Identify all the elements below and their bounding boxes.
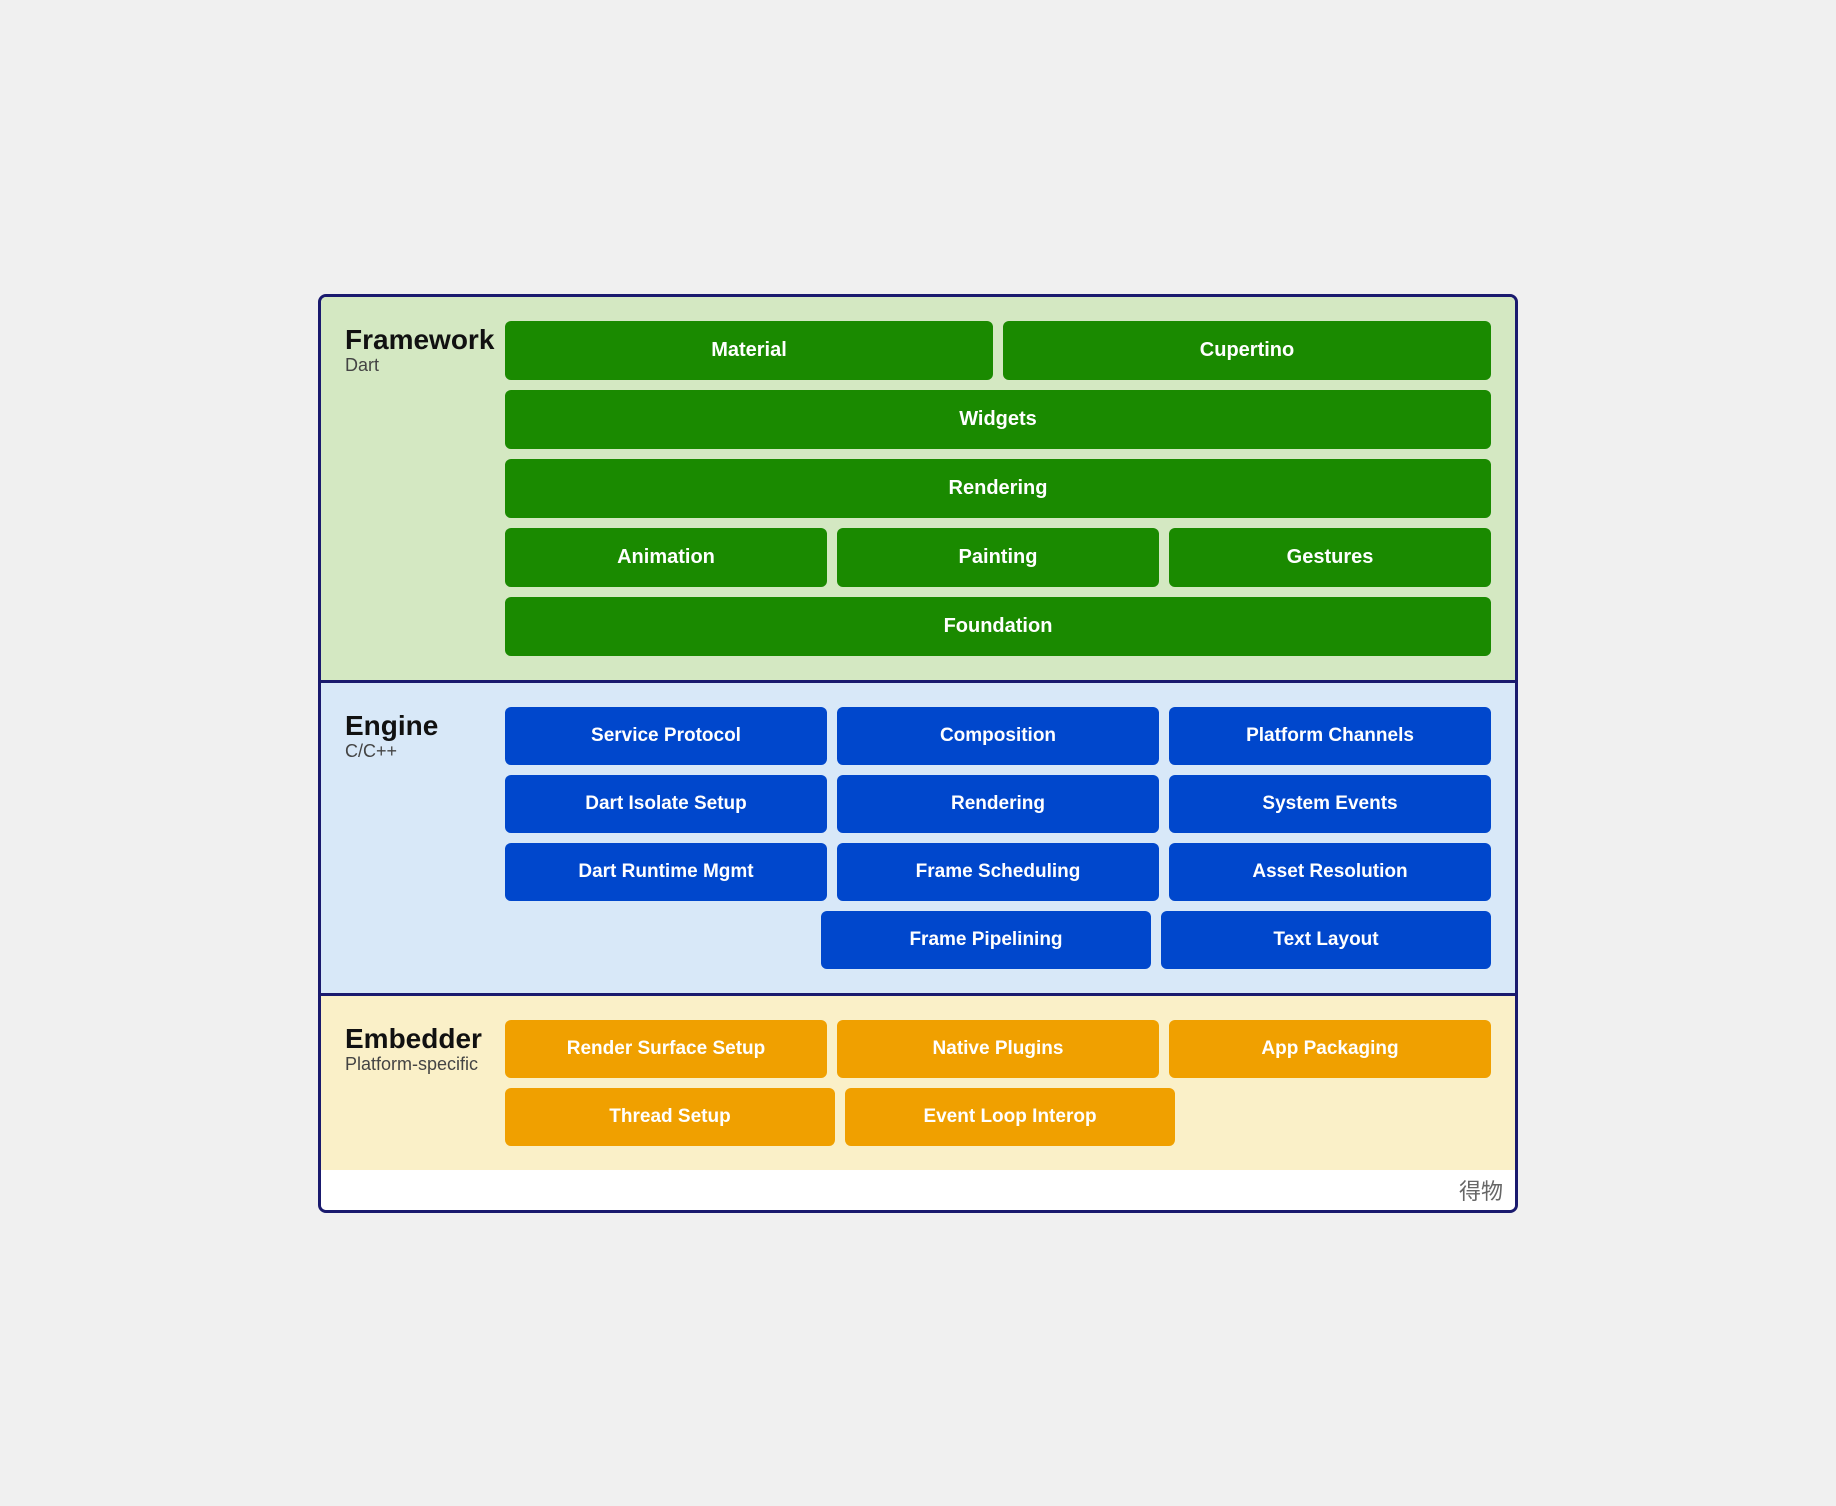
embedder-subtitle: Platform-specific [345, 1054, 505, 1075]
engine-subtitle: C/C++ [345, 741, 505, 762]
framework-label-col: Framework Dart [345, 321, 505, 377]
diagram-container: Framework Dart MaterialCupertino Widgets R… [318, 294, 1518, 1213]
app-packaging-button: App Packaging [1169, 1020, 1491, 1078]
button-row: Rendering [505, 459, 1491, 518]
animation-button: Animation [505, 528, 827, 587]
framework-section: Framework Dart MaterialCupertino Widgets R… [321, 297, 1515, 683]
watermark: 得物 [321, 1170, 1515, 1210]
painting-button: Painting [837, 528, 1159, 587]
platform-channels-button: Platform Channels [1169, 707, 1491, 765]
service-protocol-button: Service Protocol [505, 707, 827, 765]
embedder-section: Embedder Platform-specific Render Surfac… [321, 996, 1515, 1170]
engine-label-col: Engine C/C++ [345, 707, 505, 763]
framework-subtitle: Dart [345, 355, 505, 376]
embedder-label-col: Embedder Platform-specific [345, 1020, 505, 1076]
button-row: MaterialCupertino [505, 321, 1491, 380]
material-button: Material [505, 321, 993, 380]
thread-setup-button: Thread Setup [505, 1088, 835, 1146]
engine-section: Engine C/C++ Service ProtocolComposition… [321, 683, 1515, 996]
engine-title: Engine [345, 711, 505, 742]
button-row: AnimationPaintingGestures [505, 528, 1491, 587]
gestures-button: Gestures [1169, 528, 1491, 587]
native-plugins-button: Native Plugins [837, 1020, 1159, 1078]
button-row: Dart Runtime MgmtFrame SchedulingAsset R… [505, 843, 1491, 901]
system-events-button: System Events [1169, 775, 1491, 833]
button-row: Widgets [505, 390, 1491, 449]
widgets-button: Widgets [505, 390, 1491, 449]
framework-content: MaterialCupertino Widgets Rendering Animati… [505, 321, 1491, 656]
dart-isolate-setup-button: Dart Isolate Setup [505, 775, 827, 833]
button-row: Thread SetupEvent Loop Interop [505, 1088, 1491, 1146]
button-row: Dart Isolate SetupRenderingSystem Events [505, 775, 1491, 833]
button-row: Service ProtocolCompositionPlatform Chan… [505, 707, 1491, 765]
frame-scheduling-button: Frame Scheduling [837, 843, 1159, 901]
rendering-button: Rendering [837, 775, 1159, 833]
framework-title: Framework [345, 325, 505, 356]
spacer [505, 911, 811, 969]
embedder-title: Embedder [345, 1024, 505, 1055]
text-layout-button: Text Layout [1161, 911, 1491, 969]
render-surface-setup-button: Render Surface Setup [505, 1020, 827, 1078]
embedder-content: Render Surface SetupNative PluginsApp Pa… [505, 1020, 1491, 1146]
asset-resolution-button: Asset Resolution [1169, 843, 1491, 901]
cupertino-button: Cupertino [1003, 321, 1491, 380]
button-row: Render Surface SetupNative PluginsApp Pa… [505, 1020, 1491, 1078]
engine-content: Service ProtocolCompositionPlatform Chan… [505, 707, 1491, 969]
composition-button: Composition [837, 707, 1159, 765]
button-row: Foundation [505, 597, 1491, 656]
button-row: Frame PipeliningText Layout [505, 911, 1491, 969]
spacer [1185, 1088, 1491, 1146]
foundation-button: Foundation [505, 597, 1491, 656]
frame-pipelining-button: Frame Pipelining [821, 911, 1151, 969]
event-loop-interop-button: Event Loop Interop [845, 1088, 1175, 1146]
dart-runtime-mgmt-button: Dart Runtime Mgmt [505, 843, 827, 901]
rendering-button: Rendering [505, 459, 1491, 518]
